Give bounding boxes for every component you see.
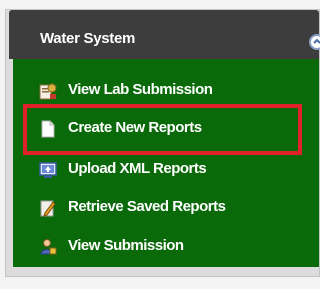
menu-item-retrieve-saved-reports[interactable]: Retrieve Saved Reports (13, 194, 293, 222)
menu-item-view-submission[interactable]: View Submission (13, 233, 293, 261)
lab-report-icon (39, 82, 57, 100)
menu-item-create-new-reports[interactable]: Create New Reports (13, 115, 293, 143)
panel-header: Water System (9, 10, 320, 59)
document-icon (39, 120, 57, 138)
panel-title: Water System (40, 30, 136, 47)
menu-item-label: View Submission (68, 237, 184, 254)
menu-item-label: Retrieve Saved Reports (68, 198, 226, 215)
collapse-toggle-icon[interactable] (309, 34, 320, 50)
menu-item-view-lab-submission[interactable]: View Lab Submission (13, 77, 293, 105)
pencil-doc-icon (39, 199, 57, 217)
user-lock-icon (39, 238, 57, 256)
menu-item-label: Upload XML Reports (68, 160, 207, 177)
menu-item-label: View Lab Submission (68, 81, 213, 98)
menu-item-upload-xml-reports[interactable]: Upload XML Reports (13, 156, 293, 184)
menu-item-label: Create New Reports (68, 119, 202, 136)
menu-list: View Lab Submission Create New Reports U… (13, 59, 319, 267)
upload-screen-icon (39, 161, 57, 179)
